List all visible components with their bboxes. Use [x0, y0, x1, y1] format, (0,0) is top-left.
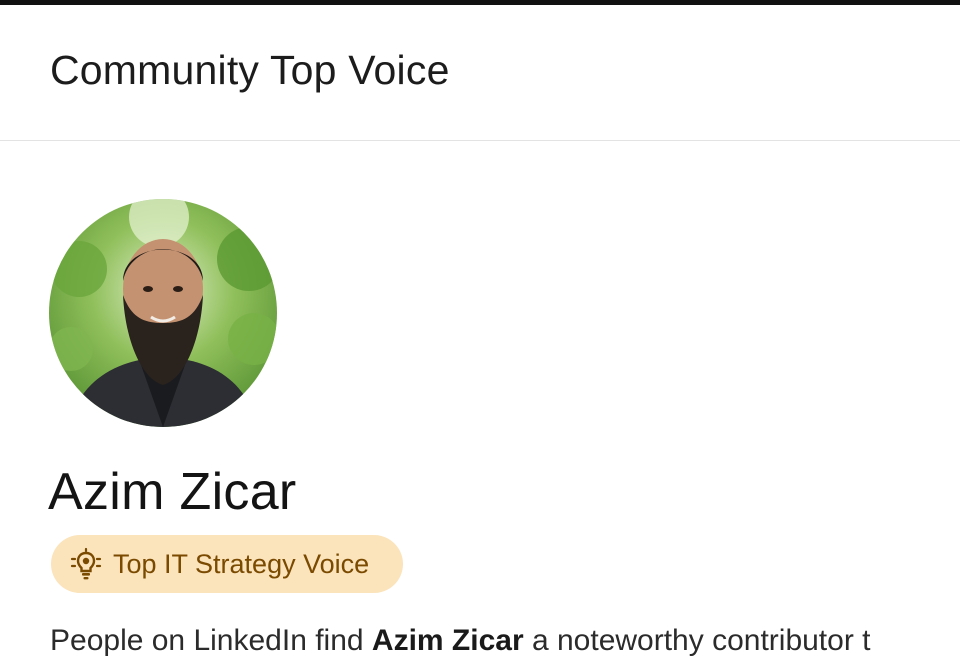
- dialog-header: Community Top Voice: [0, 5, 960, 141]
- top-voice-badge[interactable]: Top IT Strategy Voice: [51, 535, 403, 593]
- description-name: Azim Zicar: [371, 624, 524, 657]
- description-prefix: People on LinkedIn find: [50, 624, 372, 657]
- page-title: Community Top Voice: [50, 47, 450, 93]
- profile-photo: [49, 199, 277, 427]
- description-text: People on LinkedIn find Azim Zicar a not…: [50, 624, 871, 658]
- avatar[interactable]: [49, 199, 277, 427]
- profile-name[interactable]: Azim Zicar: [48, 462, 297, 522]
- lightbulb-icon: [69, 547, 103, 581]
- description-suffix: a noteworthy contributor t: [523, 624, 871, 657]
- badge-label: Top IT Strategy Voice: [113, 548, 370, 579]
